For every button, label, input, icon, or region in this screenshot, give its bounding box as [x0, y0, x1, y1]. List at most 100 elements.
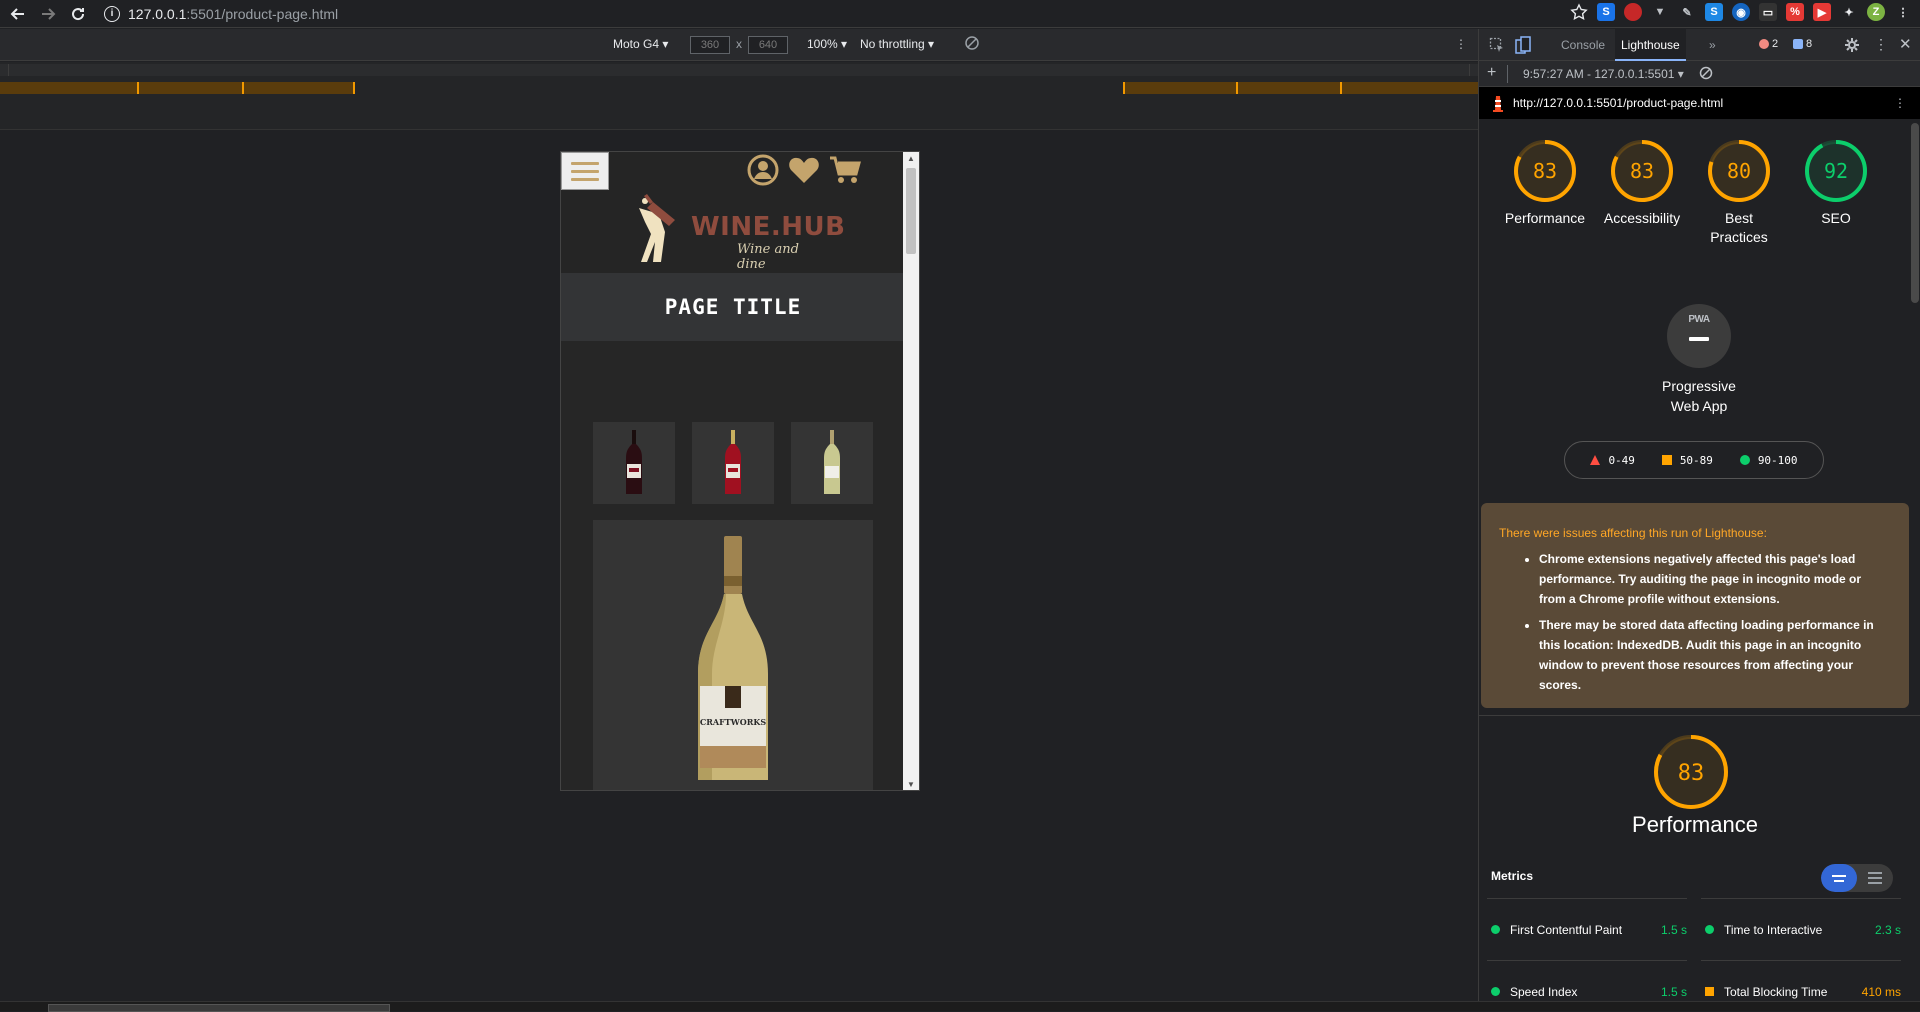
close-devtools-icon[interactable]: ✕ [1899, 35, 1912, 53]
inspect-element-icon[interactable] [1489, 37, 1505, 56]
profile-avatar[interactable]: Z [1867, 3, 1885, 21]
report-scrollbar[interactable] [1911, 123, 1919, 303]
browser-toolbar: i 127.0.0.1:5501/product-page.html S ▼ ✎… [0, 0, 1920, 28]
site-info-icon[interactable]: i [104, 5, 120, 22]
red-wine-bottle-icon [626, 430, 642, 494]
scroll-up-arrow-icon[interactable]: ▲ [907, 154, 915, 163]
page-scrollbar[interactable]: ▲ ▼ [903, 152, 919, 790]
extension-pen-icon[interactable]: ✎ [1678, 3, 1696, 21]
logo-title: WINE.HUB [691, 212, 846, 242]
lighthouse-report: 83 Performance 83 Accessibility 80 Best Pract… [1479, 119, 1920, 1011]
media-query-row-1 [0, 64, 1478, 76]
report-url[interactable]: http://127.0.0.1:5501/product-page.html [1513, 96, 1723, 110]
score-value: 83 [1533, 159, 1557, 183]
pwa-badge-icon: PWA [1667, 304, 1731, 368]
legend-pass: 90-100 [1739, 453, 1798, 467]
lighthouse-logo-icon [1493, 96, 1503, 112]
devtools-panel: Console Lighthouse » 2 8 ⋮ ✕ + 9:57:27 A… [1478, 29, 1920, 1011]
media-query-range[interactable] [8, 64, 1470, 76]
hamburger-menu-button[interactable] [561, 152, 609, 190]
compact-view-button[interactable] [1821, 864, 1857, 892]
zoom-select[interactable]: 100% ▾ [807, 37, 847, 51]
extension-red-icon[interactable] [1624, 3, 1642, 21]
extension-percent-icon[interactable]: % [1786, 3, 1804, 21]
device-toolbar-menu-icon[interactable]: ⋮ [1455, 37, 1467, 51]
browser-menu-icon[interactable]: ⋮ [1894, 3, 1912, 21]
dimension-separator: x [736, 37, 742, 51]
forward-button[interactable] [36, 2, 60, 26]
bookmark-star-icon[interactable] [1570, 3, 1588, 21]
viewport-height-input[interactable]: 640 [748, 36, 788, 54]
warning-list: Chrome extensions negatively affected th… [1539, 549, 1891, 695]
score-label: Best Practices [1710, 210, 1768, 245]
main-product-image[interactable]: CRAFTWORKS [593, 520, 873, 790]
reload-button[interactable] [66, 2, 90, 26]
performance-ring: 83 [1654, 735, 1728, 809]
product-thumbnail-rose-wine[interactable] [692, 422, 774, 504]
scrollbar-thumb[interactable] [906, 168, 916, 254]
new-report-icon[interactable]: + [1487, 64, 1496, 82]
rotate-icon[interactable] [964, 35, 980, 54]
extension-circle-icon[interactable]: ◉ [1732, 3, 1750, 21]
pwa-gauge[interactable]: PWA Progressive Web App [1639, 304, 1759, 416]
back-button[interactable] [6, 2, 30, 26]
metric-status-icon [1705, 925, 1714, 934]
score-gauge-seo[interactable]: 92 SEO [1786, 137, 1886, 228]
expanded-view-button[interactable] [1857, 864, 1893, 892]
score-ring: 92 [1805, 140, 1867, 202]
viewport-width-input[interactable]: 360 [690, 36, 730, 54]
address-bar[interactable]: i 127.0.0.1:5501/product-page.html [104, 3, 338, 25]
tab-console[interactable]: Console [1555, 29, 1611, 61]
warning-heading: There were issues affecting this run of … [1499, 526, 1767, 540]
triangle-icon [1590, 455, 1601, 465]
account-icon[interactable] [745, 152, 781, 188]
scroll-down-arrow-icon[interactable]: ▼ [907, 780, 915, 789]
extension-skype-icon[interactable]: S [1705, 3, 1723, 21]
score-gauge-performance[interactable]: 83 Performance [1495, 137, 1595, 228]
warning-item: Chrome extensions negatively affected th… [1539, 549, 1891, 609]
error-icon [1759, 39, 1769, 49]
wine-hub-logo[interactable]: WINE.HUB Wine and dine [631, 192, 845, 272]
score-gauge-best-practices[interactable]: 80 Best Practices [1689, 137, 1789, 247]
settings-gear-icon[interactable] [1844, 37, 1860, 56]
throttling-select[interactable]: No throttling ▾ [860, 37, 934, 51]
devtools-menu-icon[interactable]: ⋮ [1874, 36, 1888, 53]
performance-section: 83 Performance Metrics First Contentful … [1479, 715, 1920, 999]
media-query-max-width-right[interactable] [1123, 82, 1478, 94]
report-menu-icon[interactable]: ⋮ [1894, 96, 1906, 110]
score-gauge-accessibility[interactable]: 83 Accessibility [1592, 137, 1692, 228]
media-query-max-width-left[interactable] [0, 82, 355, 94]
more-tabs-button[interactable]: » [1703, 29, 1722, 61]
reload-icon [72, 7, 85, 20]
tab-lighthouse[interactable]: Lighthouse [1615, 29, 1686, 61]
extension-monitor-icon[interactable]: ▭ [1759, 3, 1777, 21]
report-run-select[interactable]: 9:57:27 AM - 127.0.0.1:5501 ▾ [1523, 67, 1684, 81]
arrow-right-icon [42, 7, 56, 20]
error-count-badge[interactable]: 2 [1759, 38, 1778, 50]
product-thumbnail-red-wine[interactable] [593, 422, 675, 504]
logo-figure-icon [639, 194, 675, 262]
breakpoint-marker [1340, 82, 1342, 94]
clear-reports-icon[interactable] [1699, 66, 1713, 83]
legend-pass-range: 90-100 [1757, 453, 1798, 467]
product-thumbnail-white-wine[interactable] [791, 422, 873, 504]
score-value: 80 [1727, 159, 1751, 183]
url-host: 127.0.0.1 [128, 5, 187, 22]
device-select[interactable]: Moto G4 ▾ [613, 37, 668, 51]
extension-s-icon[interactable]: S [1597, 3, 1615, 21]
score-value: 92 [1824, 159, 1848, 183]
pwa-dash [1689, 337, 1709, 341]
extensions-puzzle-icon[interactable]: ✦ [1840, 3, 1858, 21]
cart-icon[interactable] [827, 152, 863, 188]
metrics-view-toggle[interactable] [1821, 864, 1893, 892]
legend-average: 50-89 [1661, 454, 1713, 467]
score-value: 83 [1630, 159, 1654, 183]
warning-item: There may be stored data affecting loadi… [1539, 615, 1891, 695]
device-toggle-icon[interactable] [1515, 36, 1531, 57]
message-count-badge[interactable]: 8 [1793, 38, 1812, 50]
extension-v-icon[interactable]: ▼ [1651, 3, 1669, 21]
extensions-bar: S ▼ ✎ S ◉ ▭ % ▶ ✦ Z ⋮ [1570, 3, 1912, 21]
metric-name: First Contentful Paint [1510, 922, 1623, 937]
heart-icon[interactable] [786, 152, 822, 188]
extension-play-icon[interactable]: ▶ [1813, 3, 1831, 21]
